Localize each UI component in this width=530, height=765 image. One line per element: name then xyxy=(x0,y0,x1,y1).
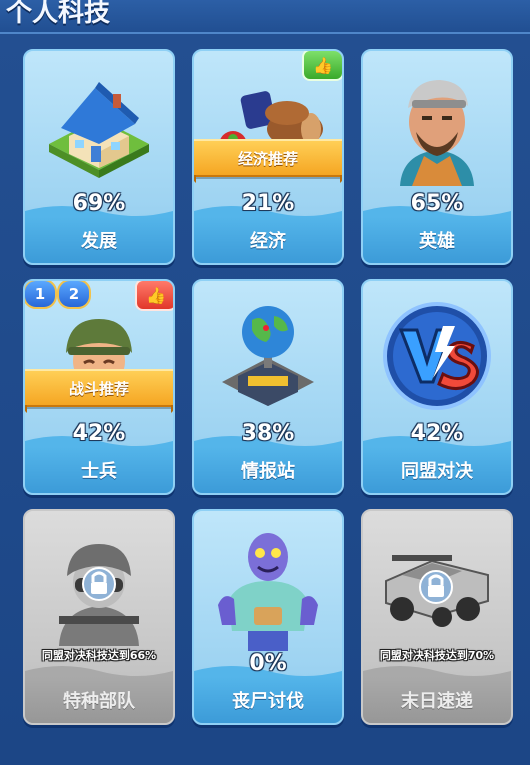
tech-card-economy[interactable]: 👍 经济推荐 21% 经济 xyxy=(192,49,344,265)
progress-percent: 42% xyxy=(72,421,126,446)
tech-name: 特种部队 xyxy=(25,677,173,723)
tech-name: 同盟对决 xyxy=(363,447,511,493)
level-badge-2: 2 xyxy=(57,281,91,309)
tech-card-development[interactable]: 69% 发展 xyxy=(23,49,175,265)
zombie-icon xyxy=(194,511,342,661)
tech-card-special-forces[interactable]: 同盟对决科技达到66% 特种部队 xyxy=(23,509,175,725)
tech-name: 丧尸讨伐 xyxy=(194,677,342,723)
tech-name: 英雄 xyxy=(363,217,511,263)
armored-truck-icon xyxy=(363,511,511,661)
hero-portrait-icon xyxy=(363,51,511,201)
progress-percent: 38% xyxy=(241,421,295,446)
progress-percent: 65% xyxy=(410,191,464,216)
tech-name: 情报站 xyxy=(194,447,342,493)
tech-name: 末日速递 xyxy=(363,677,511,723)
unlock-requirement: 同盟对决科技达到70% xyxy=(379,649,495,662)
thumbs-up-icon: 👍 xyxy=(135,281,173,311)
recommend-ribbon: 战斗推荐 xyxy=(25,369,173,413)
unlock-requirement: 同盟对决科技达到66% xyxy=(41,649,157,662)
tech-card-doomsday-express[interactable]: 同盟对决科技达到70% 末日速递 xyxy=(361,509,513,725)
progress-percent: 69% xyxy=(72,191,126,216)
house-icon xyxy=(25,51,173,201)
globe-station-icon xyxy=(194,281,342,431)
versus-emblem-icon xyxy=(363,281,511,431)
recommend-ribbon: 经济推荐 xyxy=(194,139,342,183)
tech-card-alliance-duel[interactable]: 42% 同盟对决 xyxy=(361,279,513,495)
tech-panel: 69% 发展 👍 经济推荐 21% 经济 65% 英雄 1 2 👍 战斗推荐 4… xyxy=(0,34,530,765)
thumbs-up-icon: 👍 xyxy=(302,51,342,81)
special-forces-icon xyxy=(25,511,173,661)
header-bar: 个人科技 xyxy=(0,0,530,34)
progress-percent: 21% xyxy=(241,191,295,216)
tech-card-hero[interactable]: 65% 英雄 xyxy=(361,49,513,265)
tech-card-zombie-crusade[interactable]: 0% 丧尸讨伐 xyxy=(192,509,344,725)
level-badge-1: 1 xyxy=(25,281,57,309)
tech-name: 发展 xyxy=(25,217,173,263)
progress-percent: 0% xyxy=(249,651,287,676)
tech-card-soldier[interactable]: 1 2 👍 战斗推荐 42% 士兵 xyxy=(23,279,175,495)
tech-name: 经济 xyxy=(194,217,342,263)
tech-card-intel-station[interactable]: 38% 情报站 xyxy=(192,279,344,495)
page-title: 个人科技 xyxy=(6,0,111,28)
progress-percent: 42% xyxy=(410,421,464,446)
tech-name: 士兵 xyxy=(25,447,173,493)
